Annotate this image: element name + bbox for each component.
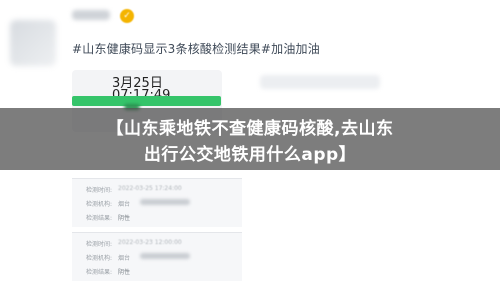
record-org-blurred xyxy=(140,199,190,205)
record-result-label: 检测结果: xyxy=(86,215,113,222)
record-result-value: 阴性 xyxy=(118,215,131,222)
record-org-value: 烟台 xyxy=(118,255,131,262)
screenshot-frame: ✓ #山东健康码显示3条核酸检测结果#加油加油 3月25日 07:17:49 检… xyxy=(0,0,500,284)
record-org-label: 检测机构: xyxy=(86,201,113,208)
record-org-blurred xyxy=(140,253,190,259)
record-result-label: 检测结果: xyxy=(86,269,113,276)
record-time-value: 2022-03-25 17:24:00 xyxy=(118,185,182,192)
record-org-label: 检测机构: xyxy=(86,255,113,262)
verified-icon: ✓ xyxy=(120,9,134,23)
author-name-blurred[interactable] xyxy=(72,10,110,20)
post-title: #山东健康码显示3条核酸检测结果#加油加油 xyxy=(72,42,320,56)
record-time-value: 2022-03-23 12:00:00 xyxy=(118,239,182,246)
record-time-label: 检测时间: xyxy=(86,187,113,194)
headline-line-1: 【山东乘地铁不查健康码核酸,去山东 xyxy=(106,119,394,139)
green-status-bar xyxy=(72,96,221,106)
headline-line-2: 出行公交地铁用什么app】 xyxy=(143,145,357,165)
right-side-blurred-content xyxy=(260,75,380,89)
avatar[interactable] xyxy=(10,20,56,66)
test-record-1: 检测时间: 2022-03-25 17:24:00 检测机构: 烟台 检测结果:… xyxy=(72,178,242,227)
record-time-label: 检测时间: xyxy=(86,241,113,248)
record-org-value: 烟台 xyxy=(118,201,131,208)
record-result-value: 阴性 xyxy=(118,269,131,276)
test-record-2: 检测时间: 2022-03-23 12:00:00 检测机构: 烟台 检测结果:… xyxy=(72,232,242,281)
